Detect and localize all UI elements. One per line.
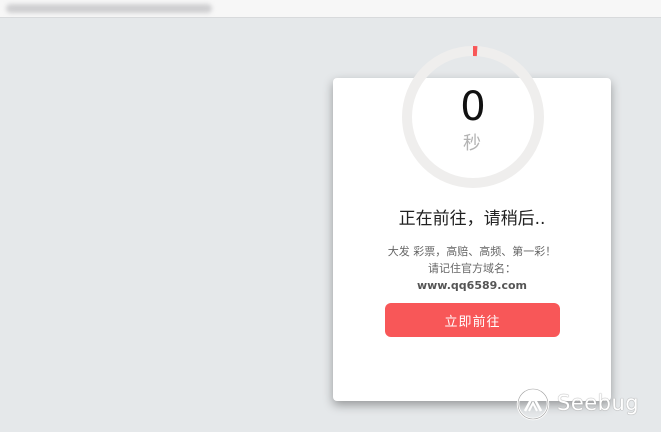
seebug-watermark: Seebug (515, 386, 655, 422)
countdown-value: 0 (460, 84, 486, 130)
promo-text: 大发 彩票，高赔、高频、第一彩！ (387, 245, 557, 258)
domain-prompt: 请记住官方域名： (428, 262, 516, 275)
browser-top-bar (0, 0, 661, 18)
official-domain: www.qq6589.com (416, 279, 528, 292)
redirect-heading: 正在前往，请稍后.. (398, 209, 546, 229)
go-now-button[interactable]: 立即前往 (385, 303, 560, 337)
countdown-unit: 秒 (463, 133, 483, 154)
seebug-logo-icon (516, 387, 550, 421)
watermark-text: Seebug (557, 391, 640, 415)
blurred-address-text (6, 4, 212, 13)
